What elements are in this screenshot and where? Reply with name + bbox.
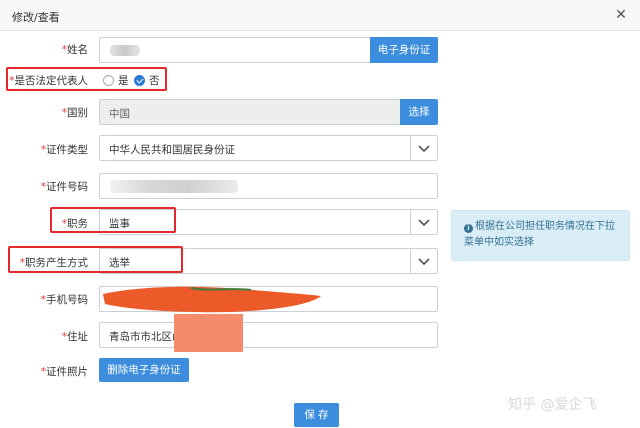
watermark: 知乎 @爱企飞	[508, 397, 597, 413]
redacted-id-number	[110, 180, 238, 193]
country-value: 中国	[109, 108, 130, 120]
radio-unchecked-icon	[103, 75, 114, 86]
phone-label: *手机号码	[40, 294, 88, 306]
legal-rep-label: *是否法定代表人	[9, 75, 88, 87]
id-type-label: *证件类型	[40, 144, 88, 156]
country-select-button[interactable]: 选择	[400, 99, 438, 125]
delete-electronic-id-button[interactable]: 删除电子身份证	[99, 358, 189, 382]
legal-rep-no-radio[interactable]: 否	[134, 73, 160, 88]
phone-input[interactable]	[99, 286, 438, 313]
save-button[interactable]: 保 存	[294, 403, 339, 427]
chevron-down-icon	[418, 219, 430, 227]
country-input: 中国	[99, 99, 401, 125]
address-input[interactable]: 青岛市市北区山	[99, 322, 438, 348]
tip-box: i 根据在公司担任职务情况在下拉菜单中如实选择	[451, 210, 630, 261]
redacted-name	[110, 45, 140, 56]
dialog-titlebar: 修改/查看 ✕	[0, 0, 640, 31]
id-number-input[interactable]	[99, 173, 438, 199]
radio-yes-label: 是	[118, 75, 129, 87]
legal-rep-yes-radio[interactable]: 是	[103, 73, 129, 88]
redacted-address-block	[174, 314, 243, 352]
id-number-label: *证件号码	[40, 181, 88, 193]
appointment-select[interactable]: 选举	[99, 248, 438, 274]
address-label: *住址	[61, 331, 88, 343]
radio-no-label: 否	[149, 75, 160, 87]
close-icon[interactable]: ✕	[612, 6, 630, 24]
appointment-label: *职务产生方式	[19, 257, 88, 269]
electronic-id-button[interactable]: 电子身份证	[370, 37, 438, 63]
position-value: 监事	[109, 218, 130, 230]
info-circle-icon: i	[464, 224, 473, 233]
address-value: 青岛市市北区山	[109, 331, 183, 343]
radio-checked-icon	[134, 75, 145, 86]
id-photo-label: *证件照片	[40, 366, 88, 378]
country-label: *国别	[61, 107, 88, 119]
chevron-down-icon	[418, 145, 430, 153]
name-label: *姓名	[61, 44, 88, 56]
tip-text: 根据在公司担任职务情况在下拉菜单中如实选择	[464, 221, 615, 248]
position-select[interactable]: 监事	[99, 209, 438, 235]
id-type-value: 中华人民共和国居民身份证	[109, 144, 235, 156]
dialog-title: 修改/查看	[12, 11, 60, 24]
appointment-value: 选举	[109, 257, 130, 269]
position-label: *职务	[61, 218, 88, 230]
name-input[interactable]	[99, 37, 371, 63]
chevron-down-icon	[418, 258, 430, 266]
id-type-select[interactable]: 中华人民共和国居民身份证	[99, 135, 438, 161]
redacted-phone-scribble	[103, 286, 321, 313]
